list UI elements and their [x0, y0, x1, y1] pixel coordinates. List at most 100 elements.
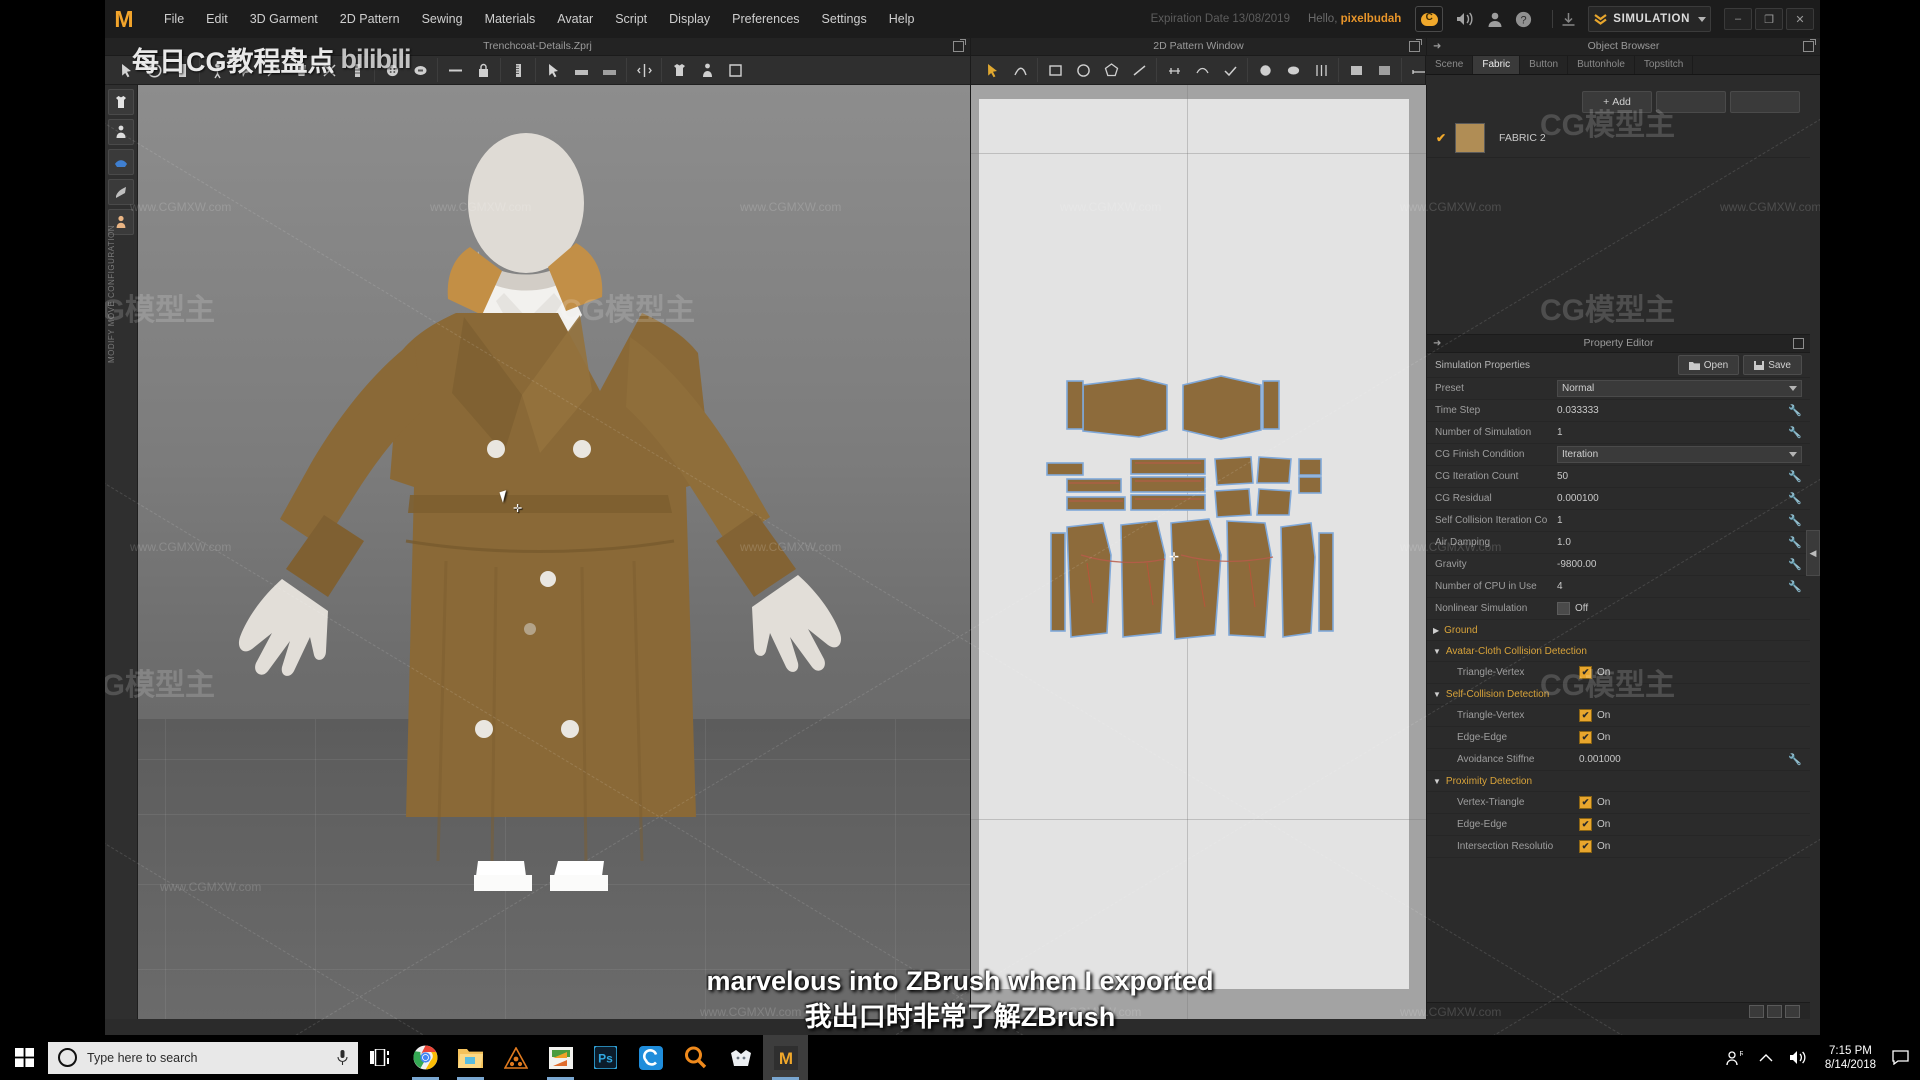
- show-avatar-tool[interactable]: [694, 58, 720, 82]
- save-preset-button[interactable]: Save: [1743, 355, 1802, 375]
- help-icon[interactable]: ?: [1515, 11, 1532, 28]
- lock-tool[interactable]: [470, 58, 496, 82]
- free-sewing-tool[interactable]: [1189, 58, 1215, 82]
- everything-search-icon[interactable]: [673, 1035, 718, 1080]
- fabric-texture-tool[interactable]: [568, 58, 594, 82]
- row-value[interactable]: -9800.00: [1557, 559, 1788, 570]
- property-row-vertex-triangle-proximity[interactable]: Vertex-Triangle ✔ On: [1427, 792, 1810, 814]
- fabric-swatch[interactable]: [1455, 123, 1485, 153]
- tab-fabric[interactable]: Fabric: [1473, 56, 1521, 74]
- section-avatar-cloth-collision-detection[interactable]: ▼ Avatar-Cloth Collision Detection: [1427, 641, 1810, 662]
- sublime-text-icon[interactable]: [538, 1035, 583, 1080]
- tab-topstitch[interactable]: Topstitch: [1635, 56, 1694, 74]
- popout-icon[interactable]: [953, 39, 966, 52]
- menu-materials[interactable]: Materials: [474, 0, 547, 38]
- property-row-number-of-simulation[interactable]: Number of Simulation 1 🔧: [1427, 422, 1810, 444]
- section-ground[interactable]: ▶ Ground: [1427, 620, 1810, 641]
- toggle[interactable]: ✔ On: [1579, 709, 1802, 722]
- 2d-graphic-tool[interactable]: [1371, 58, 1397, 82]
- menu-file[interactable]: File: [153, 0, 195, 38]
- graphic-tool[interactable]: [596, 58, 622, 82]
- check-sewing-tool[interactable]: [1217, 58, 1243, 82]
- edit-pattern-tool[interactable]: [979, 58, 1005, 82]
- segment-sewing-tool[interactable]: [1161, 58, 1187, 82]
- fabric-checkbox[interactable]: ✔: [1435, 131, 1447, 145]
- delete-fabric-button[interactable]: [1730, 91, 1800, 113]
- row-value[interactable]: 0.001000: [1579, 754, 1788, 765]
- notification-icon[interactable]: [1886, 1035, 1914, 1080]
- wrench-icon[interactable]: 🔧: [1788, 753, 1802, 766]
- puckering-tool[interactable]: [442, 58, 468, 82]
- property-row-time-step[interactable]: Time Step 0.033333 🔧: [1427, 400, 1810, 422]
- duplicate-fabric-button[interactable]: [1656, 91, 1726, 113]
- property-row-edge-edge-proximity[interactable]: Edge-Edge ✔ On: [1427, 814, 1810, 836]
- menu-script[interactable]: Script: [604, 0, 658, 38]
- user-account-icon[interactable]: [1487, 11, 1503, 27]
- tab-buttonhole[interactable]: Buttonhole: [1568, 56, 1635, 74]
- popout-icon[interactable]: [1793, 338, 1804, 349]
- avatar-icon[interactable]: [108, 119, 134, 145]
- property-row-preset[interactable]: Preset Normal: [1427, 378, 1810, 400]
- menu-sewing[interactable]: Sewing: [411, 0, 474, 38]
- task-view-icon[interactable]: [358, 1035, 403, 1080]
- property-row-cg-finish-condition[interactable]: CG Finish Condition Iteration: [1427, 444, 1810, 466]
- row-value[interactable]: 4: [1557, 581, 1788, 592]
- property-row-cg-residual[interactable]: CG Residual 0.000100 🔧: [1427, 488, 1810, 510]
- close-button[interactable]: ✕: [1786, 8, 1814, 30]
- avatar-with-garment[interactable]: [178, 131, 898, 893]
- property-row-triangle-vertex-self[interactable]: Triangle-Vertex ✔ On: [1427, 705, 1810, 727]
- wrench-icon[interactable]: 🔧: [1788, 580, 1802, 593]
- row-value[interactable]: 0.000100: [1557, 493, 1788, 504]
- tab-button[interactable]: Button: [1520, 56, 1569, 74]
- row-value[interactable]: 1.0: [1557, 537, 1788, 548]
- garment-icon[interactable]: [108, 89, 134, 115]
- show-garment-tool[interactable]: [666, 58, 692, 82]
- volume-icon[interactable]: [1455, 11, 1475, 27]
- popout-icon[interactable]: [1409, 39, 1422, 52]
- menu-3d-garment[interactable]: 3D Garment: [239, 0, 329, 38]
- wrench-icon[interactable]: 🔧: [1788, 536, 1802, 549]
- viewport-2d[interactable]: ✛: [970, 85, 1426, 1019]
- arrange-tool[interactable]: [540, 58, 566, 82]
- 2d-buttonhole-tool[interactable]: [1280, 58, 1306, 82]
- search-input[interactable]: Type here to search: [48, 1041, 358, 1074]
- nonlinear-simulation-toggle[interactable]: Off: [1557, 602, 1802, 615]
- marmoset-toolbag-icon[interactable]: [718, 1035, 763, 1080]
- property-row-intersection-resolution[interactable]: Intersection Resolutio ✔ On: [1427, 836, 1810, 858]
- file-explorer-icon[interactable]: [448, 1035, 493, 1080]
- rectangle-tool[interactable]: [1042, 58, 1068, 82]
- 2d-fabric-tool[interactable]: [1343, 58, 1369, 82]
- property-row-cg-iteration-count[interactable]: CG Iteration Count 50 🔧: [1427, 466, 1810, 488]
- table-row[interactable]: ✔ FABRIC 2: [1427, 119, 1810, 158]
- property-row-triangle-vertex-avatar[interactable]: Triangle-Vertex ✔ On: [1427, 662, 1810, 684]
- chrome-icon[interactable]: [403, 1035, 448, 1080]
- menu-avatar[interactable]: Avatar: [546, 0, 604, 38]
- fabric-list[interactable]: ✔ FABRIC 2: [1427, 119, 1810, 334]
- menu-2d-pattern[interactable]: 2D Pattern: [329, 0, 411, 38]
- property-row-avoidance-stiffness[interactable]: Avoidance Stiffne 0.001000 🔧: [1427, 749, 1810, 771]
- tape-measure-tool[interactable]: [505, 58, 531, 82]
- property-row-number-of-cpu[interactable]: Number of CPU in Use 4 🔧: [1427, 576, 1810, 598]
- pressure-icon[interactable]: [108, 179, 134, 205]
- wrench-icon[interactable]: 🔧: [1788, 426, 1802, 439]
- menu-help[interactable]: Help: [878, 0, 926, 38]
- cg-finish-condition-combo[interactable]: Iteration: [1557, 446, 1802, 463]
- wrench-icon[interactable]: 🔧: [1788, 558, 1802, 571]
- menu-edit[interactable]: Edit: [195, 0, 239, 38]
- property-row-nonlinear-simulation[interactable]: Nonlinear Simulation Off: [1427, 598, 1810, 620]
- dock-arrow-icon[interactable]: ➜: [1433, 38, 1441, 55]
- edit-curvature-tool[interactable]: [1007, 58, 1033, 82]
- clo3d-icon[interactable]: M: [763, 1035, 808, 1080]
- people-icon[interactable]: R: [1717, 1050, 1751, 1066]
- menu-preferences[interactable]: Preferences: [721, 0, 810, 38]
- popout-icon[interactable]: [1803, 39, 1816, 52]
- toggle[interactable]: ✔ On: [1579, 818, 1802, 831]
- show-hidden-icons-icon[interactable]: [1751, 1053, 1781, 1063]
- volume-icon[interactable]: [1781, 1050, 1815, 1065]
- row-value[interactable]: 0.033333: [1557, 405, 1788, 416]
- property-row-gravity[interactable]: Gravity -9800.00 🔧: [1427, 554, 1810, 576]
- circle-tool[interactable]: [1070, 58, 1096, 82]
- taskbar-clock[interactable]: 7:15 PM 8/14/2018: [1815, 1044, 1886, 1072]
- row-value[interactable]: 50: [1557, 471, 1788, 482]
- tab-scene[interactable]: Scene: [1426, 56, 1474, 74]
